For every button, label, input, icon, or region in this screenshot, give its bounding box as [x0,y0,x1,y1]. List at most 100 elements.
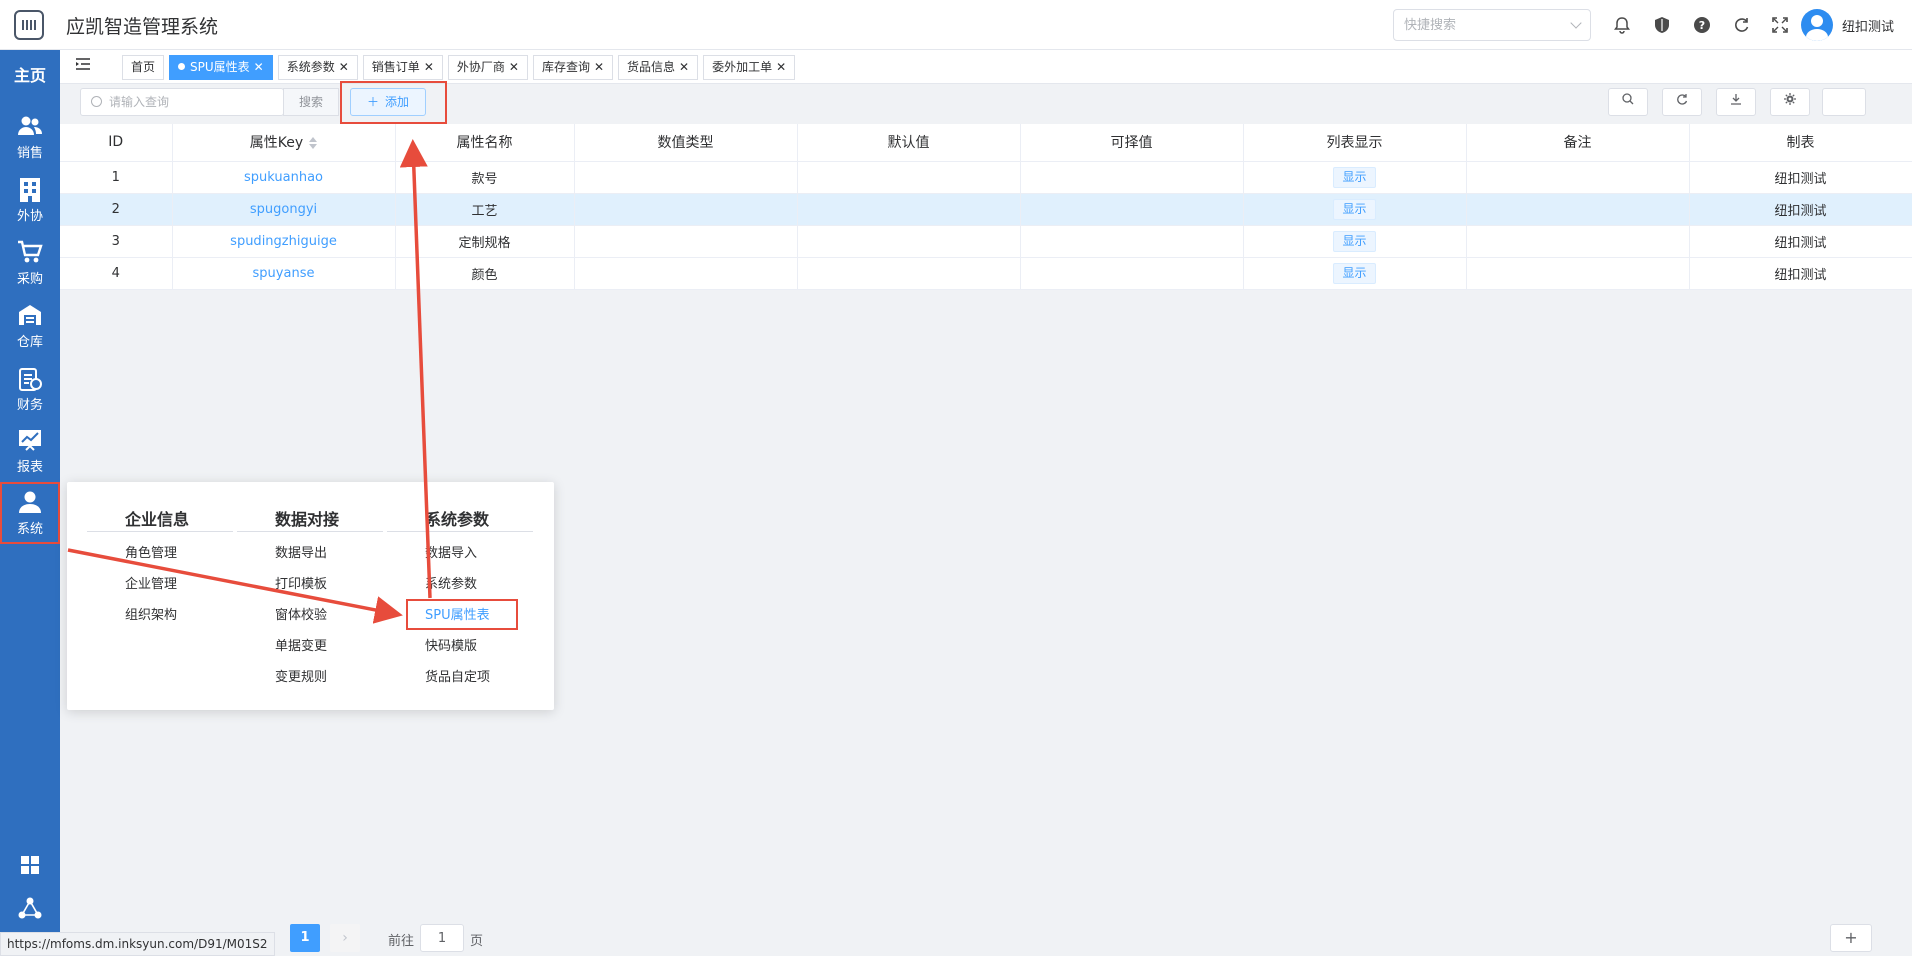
cell-type [574,193,798,226]
menu-item-system-params[interactable]: 系统参数 [387,569,533,600]
tab-outsource-orders[interactable]: 委外加工单 ✕ [703,55,796,80]
menu-item-quick-code[interactable]: 快码模版 [387,631,533,662]
tab-home[interactable]: 首页 [122,55,165,80]
sidebar-item-label: 报表 [16,460,43,475]
cell-default [797,225,1021,258]
tab-label: SPU属性表 [190,60,250,74]
cell-default [797,193,1021,226]
status-badge: 显示 [1333,262,1376,284]
page-suffix-label: 页 [470,934,484,949]
refresh-icon[interactable] [1730,13,1754,37]
sidebar-item-outsource[interactable]: 外协 [0,171,60,233]
table-row[interactable]: 3 spudingzhiguige 定制规格 显示 纽扣测试 [60,225,1912,258]
close-icon[interactable]: ✕ [776,60,786,74]
menu-item-custom-goods[interactable]: 货品自定项 [387,662,533,693]
sidebar-item-sales[interactable]: 销售 [0,108,60,170]
close-icon[interactable]: ✕ [254,60,264,74]
cell-key-link[interactable]: spugongyi [172,193,396,226]
sidebar-item-label: 销售 [16,146,43,161]
chart-icon [16,428,44,454]
menu-item-export[interactable]: 数据导出 [237,538,383,569]
apps-grid-icon[interactable] [18,855,42,879]
cell-key-link[interactable]: spukuanhao [172,161,396,194]
close-icon[interactable]: ✕ [424,60,434,74]
cell-id: 4 [60,257,173,290]
menu-item-doc-change[interactable]: 单据变更 [237,631,383,662]
quick-search-input[interactable] [1394,10,1554,40]
bell-icon[interactable] [1610,13,1634,37]
menu-item-change-rules[interactable]: 变更规则 [237,662,383,693]
menu-item-print-template[interactable]: 打印模板 [237,569,383,600]
menu-collapse-icon[interactable] [76,58,90,74]
sidebar-item-warehouse[interactable]: 仓库 [0,297,60,359]
svg-text:?: ? [1699,19,1705,32]
cell-id: 1 [60,161,173,194]
tab-system-params[interactable]: 系统参数 ✕ [277,55,358,80]
menu-item-import[interactable]: 数据导入 [387,538,533,569]
cell-key-link[interactable]: spuyanse [172,257,396,290]
column-settings-button[interactable] [1822,88,1866,116]
cell-name: 款号 [395,161,575,194]
tab-inventory-query[interactable]: 库存查询 ✕ [532,55,614,80]
refresh-button[interactable] [1662,88,1702,116]
top-header: 应凯智造管理系统 ? 纽扣测试 [0,0,1912,50]
pagination-current-page[interactable]: 1 [290,924,320,952]
search-input[interactable] [109,92,279,112]
table-row[interactable]: 4 spuyanse 颜色 显示 纽扣测试 [60,257,1912,290]
tab-spu-attributes[interactable]: SPU属性表 ✕ [169,55,273,80]
close-icon[interactable]: ✕ [594,60,604,74]
network-icon[interactable] [18,896,42,920]
cell-note [1466,161,1690,194]
menu-column-title: 企业信息 [87,506,233,532]
column-header-key[interactable]: 属性Key [172,124,396,162]
menu-item-company[interactable]: 企业管理 [87,569,233,600]
table-row[interactable]: 2 spugongyi 工艺 显示 纽扣测试 [60,193,1912,226]
settings-button[interactable] [1770,88,1810,116]
download-button[interactable] [1716,88,1756,116]
avatar[interactable] [1801,9,1833,41]
tab-goods-info[interactable]: 货品信息 ✕ [618,55,699,80]
search-button[interactable]: 搜索 [283,88,339,116]
cell-name: 定制规格 [395,225,575,258]
tab-sales-orders[interactable]: 销售订单 ✕ [362,55,443,80]
quick-search-select[interactable] [1393,9,1591,41]
highlight-box-spu [406,599,518,630]
help-icon[interactable]: ? [1690,13,1714,37]
username[interactable]: 纽扣测试 [1842,16,1894,35]
sort-icon[interactable] [309,137,318,150]
pagination-next-button[interactable]: › [330,924,360,952]
tab-label: 销售订单 [371,60,420,74]
warehouse-icon [16,303,44,329]
cell-default [797,161,1021,194]
search-toggle-button[interactable] [1608,88,1648,116]
status-badge: 显示 [1333,166,1376,188]
cell-options [1020,193,1244,226]
cell-key-link[interactable]: spudingzhiguige [172,225,396,258]
sidebar-item-system[interactable]: 系统 [0,482,60,544]
menu-item-roles[interactable]: 角色管理 [87,538,233,569]
shield-icon[interactable] [1650,13,1674,37]
sidebar-item-home[interactable]: 主页 [0,62,60,86]
fullscreen-icon[interactable] [1768,13,1792,37]
column-header-note: 备注 [1466,124,1690,162]
menu-item-form-validation[interactable]: 窗体校验 [237,600,383,631]
sidebar-item-finance[interactable]: 财务 [0,360,60,422]
cell-show: 显示 [1243,193,1467,226]
table-row[interactable]: 1 spukuanhao 款号 显示 纽扣测试 [60,161,1912,194]
tab-label: 系统参数 [286,60,335,74]
sidebar-item-label: 仓库 [16,335,43,350]
column-header-options: 可择值 [1020,124,1244,162]
sidebar-item-purchase[interactable]: 采购 [0,234,60,296]
cell-note [1466,193,1690,226]
close-icon[interactable]: ✕ [339,60,349,74]
close-icon[interactable]: ✕ [679,60,689,74]
sidebar-item-report[interactable]: 报表 [0,422,60,484]
tab-outsource-vendors[interactable]: 外协厂商 ✕ [447,55,528,80]
menu-item-org[interactable]: 组织架构 [87,600,233,631]
goto-page-input[interactable] [420,924,464,952]
search-field[interactable] [80,88,284,116]
close-icon[interactable]: ✕ [509,60,519,74]
tab-bar: 首页 SPU属性表 ✕ 系统参数 ✕ 销售订单 ✕ 外协厂商 ✕ 库存查询 ✕ 货品信息 ✕… [60,50,1912,84]
sidebar: 主页 销售 外协 采购 仓库 财务 报表 系统 [0,50,60,956]
add-row-button[interactable]: + [1830,924,1872,952]
